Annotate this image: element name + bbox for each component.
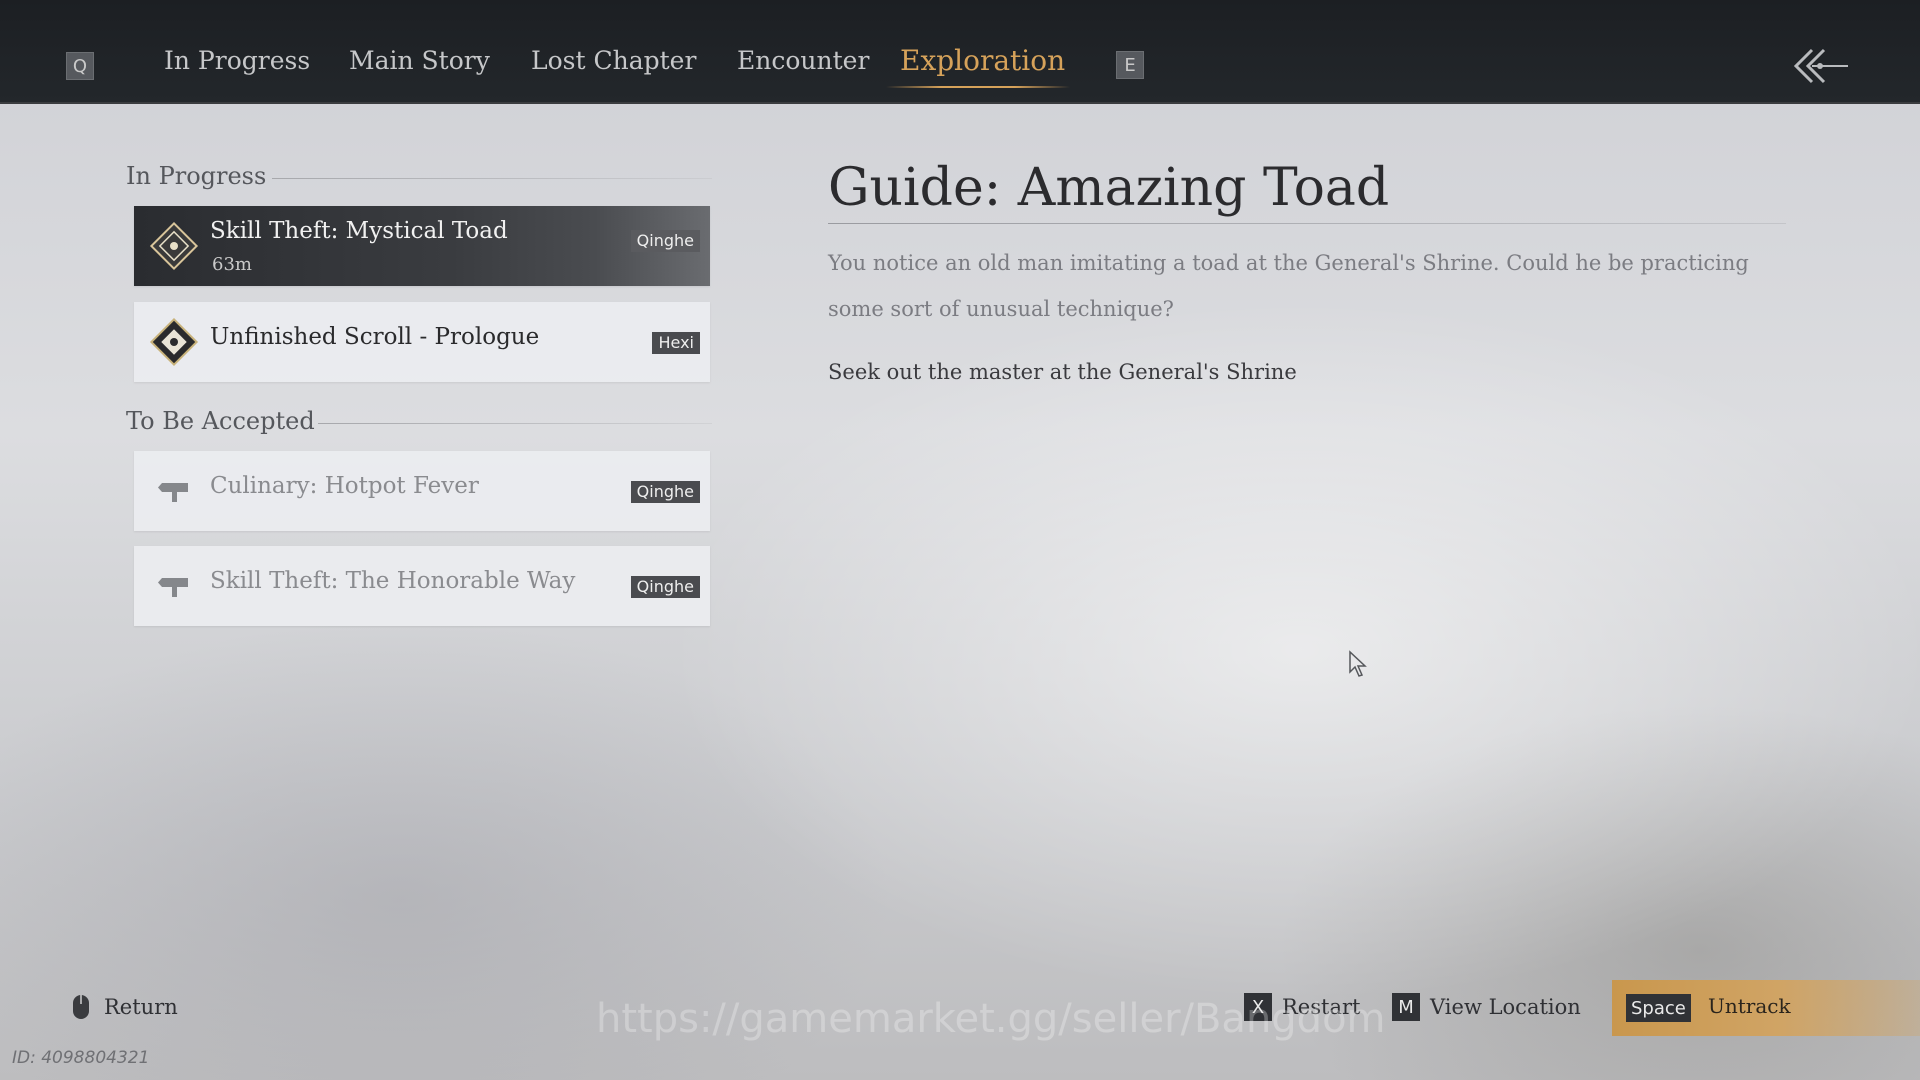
view-location-key-hint: M [1392, 993, 1420, 1021]
view-location-button[interactable]: M View Location [1392, 990, 1581, 1024]
quest-title: Unfinished Scroll - Prologue [210, 324, 540, 350]
diamond-quest-icon [149, 221, 199, 271]
signpost-icon [158, 483, 188, 502]
untrack-button[interactable]: Space Untrack [1612, 980, 1920, 1036]
diamond-quest-icon [149, 317, 199, 367]
quest-distance: 63m [212, 254, 252, 275]
quest-item[interactable]: Skill Theft: The Honorable Way Qinghe [134, 546, 710, 626]
tab-main-story[interactable]: Main Story [349, 46, 490, 86]
next-tab-key-hint[interactable]: E [1116, 51, 1144, 79]
quest-title: Culinary: Hotpot Fever [210, 473, 479, 499]
tab-exploration[interactable]: Exploration [900, 44, 1065, 84]
tab-lost-chapter[interactable]: Lost Chapter [531, 46, 696, 86]
untrack-key-hint: Space [1626, 994, 1691, 1022]
quest-title: Skill Theft: Mystical Toad [210, 218, 508, 244]
region-badge: Qinghe [630, 230, 700, 252]
top-nav-bar: Q In Progress Main Story Lost Chapter En… [0, 0, 1920, 104]
untrack-label: Untrack [1708, 994, 1791, 1018]
tab-in-progress[interactable]: In Progress [164, 46, 310, 86]
id-label: ID: 4098804321 [12, 1048, 150, 1068]
prev-tab-key-hint[interactable]: Q [66, 52, 94, 80]
tab-encounter[interactable]: Encounter [737, 46, 869, 86]
section-header-to-be-accepted: To Be Accepted [126, 407, 315, 435]
active-tab-underline [886, 86, 1070, 88]
quest-item-selected[interactable]: Skill Theft: Mystical Toad 63m Qinghe [134, 206, 710, 286]
region-badge: Qinghe [630, 576, 700, 598]
region-badge: Hexi [652, 332, 700, 354]
quest-detail-title: Guide: Amazing Toad [828, 158, 1390, 218]
return-label: Return [104, 995, 178, 1019]
quest-title: Skill Theft: The Honorable Way [210, 568, 576, 594]
section-divider [318, 423, 712, 424]
section-divider [272, 178, 712, 179]
quest-description: You notice an old man imitating a toad a… [828, 251, 1749, 321]
mouse-pointer-icon [1349, 650, 1367, 677]
view-location-label: View Location [1430, 995, 1581, 1019]
back-arrow-icon[interactable] [1790, 44, 1850, 88]
section-header-in-progress: In Progress [126, 162, 267, 190]
title-divider [828, 223, 1786, 224]
return-button[interactable]: Return [72, 990, 178, 1024]
quest-item[interactable]: Unfinished Scroll - Prologue Hexi [134, 302, 710, 382]
mouse-right-click-icon [73, 995, 89, 1019]
signpost-icon [158, 578, 188, 597]
quest-objective: Seek out the master at the General's Shr… [828, 360, 1297, 384]
quest-item[interactable]: Culinary: Hotpot Fever Qinghe [134, 451, 710, 531]
region-badge: Qinghe [630, 481, 700, 503]
watermark-text: https://gamemarket.gg/seller/Bangdom [596, 996, 1386, 1042]
